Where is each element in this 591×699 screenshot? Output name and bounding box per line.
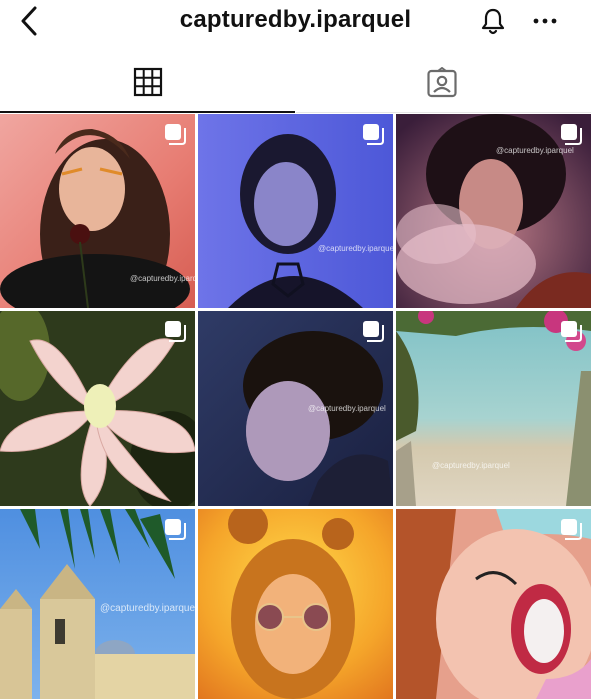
- multiple-photos-icon: [561, 519, 582, 540]
- profile-header: capturedby.iparquel: [0, 0, 591, 44]
- more-options-button[interactable]: [530, 4, 560, 38]
- post-tile[interactable]: @capturedby.iparquel: [198, 114, 393, 308]
- multiple-photos-icon: [561, 321, 582, 342]
- post-tile[interactable]: [198, 509, 393, 699]
- post-image: [198, 509, 393, 699]
- tab-posts-grid[interactable]: [0, 58, 295, 113]
- multiple-photos-icon: [561, 124, 582, 145]
- multiple-photos-icon: [363, 321, 384, 342]
- notifications-button[interactable]: [478, 4, 508, 38]
- multiple-photos-icon: [165, 124, 186, 145]
- post-tile[interactable]: @capturedby.iparquel: [198, 311, 393, 506]
- bell-icon: [481, 8, 505, 35]
- tab-tagged-posts[interactable]: [296, 58, 591, 113]
- post-tile[interactable]: [396, 509, 591, 699]
- post-tile[interactable]: @capturedby.iparquel: [396, 114, 591, 308]
- multiple-photos-icon: [165, 519, 186, 540]
- post-tile[interactable]: [0, 311, 195, 506]
- post-tile[interactable]: @capturedby.iparquel: [396, 311, 591, 506]
- multiple-photos-icon: [165, 321, 186, 342]
- tagged-person-icon: [427, 67, 457, 98]
- selected-tab-indicator: [0, 111, 295, 113]
- post-tile[interactable]: @capturedby.iparquel: [0, 509, 195, 699]
- watermark: @capturedby.iparquel: [308, 404, 386, 413]
- watermark: @capturedby.iparquel: [100, 603, 195, 614]
- profile-tabs: [0, 58, 591, 113]
- watermark: @capturedby.iparquel: [318, 244, 393, 253]
- more-horizontal-icon: [533, 18, 557, 24]
- grid-icon: [133, 67, 163, 97]
- watermark: @capturedby.iparquel: [432, 461, 510, 470]
- watermark: @capturedby.iparquel: [130, 274, 195, 283]
- post-tile[interactable]: @capturedby.iparquel: [0, 114, 195, 308]
- watermark: @capturedby.iparquel: [496, 146, 574, 155]
- multiple-photos-icon: [363, 124, 384, 145]
